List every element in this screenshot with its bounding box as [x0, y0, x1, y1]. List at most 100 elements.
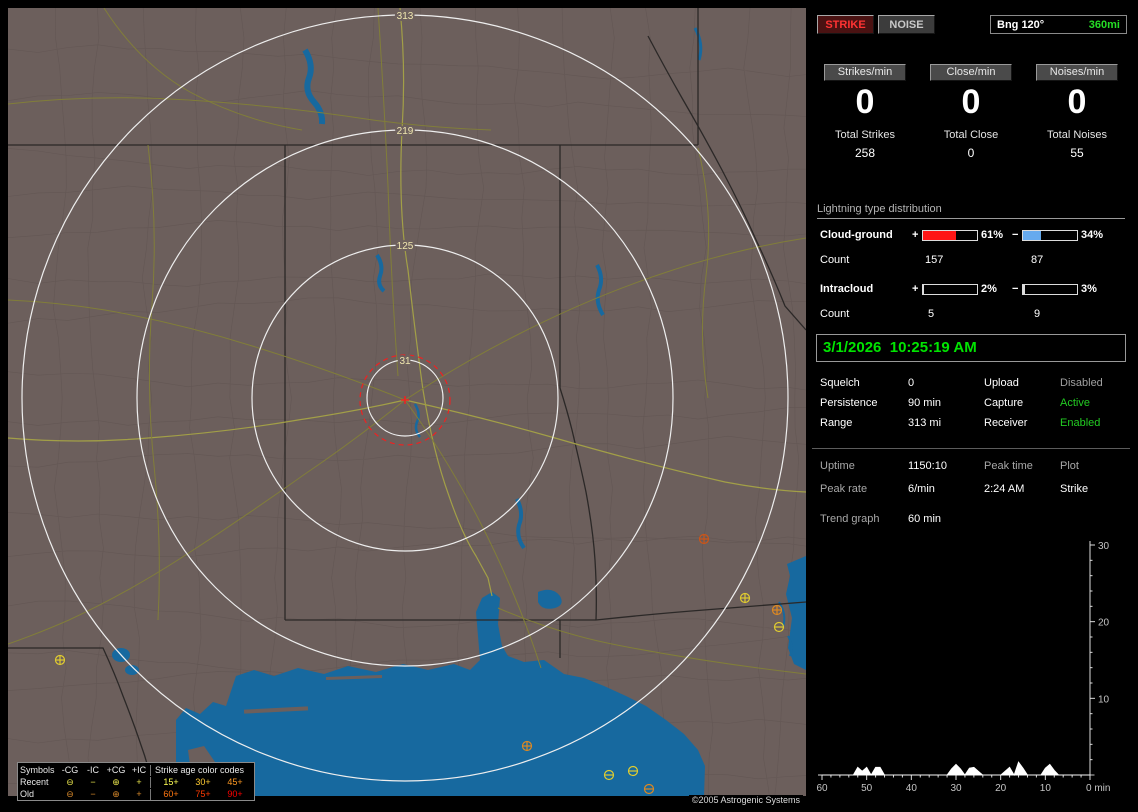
peak-rate-label: Peak rate	[820, 483, 868, 495]
legend-header-row: Symbols -CG -IC +CG +IC Strike age color…	[20, 764, 252, 776]
neg-cg-recent-icon: ⊖	[66, 776, 74, 787]
legend-recent-row: Recent ⊖ − ⊕ + 15+ 30+ 45+	[20, 776, 252, 788]
svg-text:30: 30	[1098, 541, 1110, 552]
age-45: 45+	[227, 776, 243, 787]
ic-minus-count: 9	[1034, 308, 1041, 320]
close-per-min-button[interactable]: Close/min	[930, 64, 1012, 81]
map-legend: Symbols -CG -IC +CG +IC Strike age color…	[17, 762, 255, 801]
cg-plus-bar	[922, 230, 978, 241]
squelch-label: Squelch	[820, 377, 860, 389]
range-value: 313 mi	[908, 417, 942, 429]
age-60: 60+	[163, 788, 179, 799]
pos-cg-recent-icon: ⊕	[112, 776, 120, 787]
svg-text:313: 313	[397, 11, 414, 22]
svg-text:60: 60	[816, 783, 828, 794]
capture-status: Active	[1060, 397, 1090, 409]
legend-age-title: Strike age color codes	[150, 764, 252, 776]
legend-pos-cg-header: +CG	[106, 764, 126, 775]
peak-time-label: Peak time	[984, 460, 1033, 472]
plot-label: Plot	[1060, 460, 1079, 472]
peak-time-value: 2:24 AM	[984, 483, 1025, 495]
svg-text:30: 30	[950, 783, 962, 794]
legend-neg-ic-header: -IC	[87, 764, 99, 775]
uptime-label: Uptime	[820, 460, 855, 472]
svg-text:20: 20	[995, 783, 1007, 794]
svg-text:10: 10	[1040, 783, 1052, 794]
total-close-label: Total Close	[943, 129, 999, 141]
legend-pos-ic-header: +IC	[131, 764, 147, 775]
age-75: 75+	[195, 788, 211, 799]
total-noises-value: 55	[1070, 146, 1084, 160]
svg-text:10: 10	[1098, 694, 1110, 705]
distribution-title: Lightning type distribution	[817, 203, 1125, 219]
receiver-status: Enabled	[1060, 417, 1101, 429]
trend-window-value: 60 min	[908, 513, 942, 525]
svg-text:20: 20	[1098, 618, 1110, 629]
strike-indicator-button[interactable]: STRIKE	[817, 15, 874, 34]
capture-label: Capture	[984, 397, 1024, 409]
total-close-value: 0	[967, 146, 975, 160]
trend-chart: 10 20 30 60 50 40 30 20 10 0 min	[816, 541, 1110, 794]
cg-count-label: Count	[820, 254, 850, 266]
cg-plus-count: 157	[925, 254, 944, 266]
intracloud-label: Intracloud	[820, 283, 874, 295]
squelch-value: 0	[908, 377, 915, 389]
legend-neg-cg-header: -CG	[61, 764, 79, 775]
total-strikes-value: 258	[854, 146, 876, 160]
ic-plus-sign: +	[912, 283, 919, 295]
range-label: Range	[820, 417, 853, 429]
pos-ic-old-icon: +	[136, 788, 142, 799]
age-codes-recent: 15+ 30+ 45+	[150, 776, 252, 788]
cg-plus-sign: +	[912, 229, 919, 241]
noises-per-min-button[interactable]: Noises/min	[1036, 64, 1118, 81]
legend-old-row: Old ⊖ − ⊕ + 60+ 75+ 90+	[20, 788, 252, 800]
cg-minus-pct: 34%	[1081, 229, 1104, 241]
close-column: Close/min 0 Total Close 0	[918, 60, 1024, 160]
close-per-min-value: 0	[961, 83, 981, 121]
svg-text:0 min: 0 min	[1086, 783, 1110, 794]
ic-plus-bar	[922, 284, 978, 295]
plot-mode-value: Strike	[1060, 483, 1089, 495]
ic-minus-sign: −	[1012, 283, 1019, 295]
svg-text:40: 40	[906, 783, 918, 794]
cg-minus-count: 87	[1031, 254, 1044, 266]
noise-indicator-button[interactable]: NOISE	[878, 15, 935, 34]
strikes-per-min-button[interactable]: Strikes/min	[824, 64, 906, 81]
bearing-range-display: Bng 120° 360mi	[990, 15, 1127, 34]
svg-text:219: 219	[397, 126, 414, 137]
age-90: 90+	[227, 788, 243, 799]
svg-text:125: 125	[397, 241, 414, 252]
svg-text:31: 31	[399, 356, 411, 367]
upload-label: Upload	[984, 377, 1019, 389]
age-30: 30+	[195, 776, 211, 787]
cg-minus-bar	[1022, 230, 1078, 241]
total-strikes-label: Total Strikes	[835, 129, 895, 141]
noises-column: Noises/min 0 Total Noises 55	[1024, 60, 1130, 160]
persistence-label: Persistence	[820, 397, 878, 409]
cg-minus-sign: −	[1012, 229, 1019, 241]
uptime-value: 1150:10	[908, 460, 947, 472]
cg-plus-pct: 61%	[981, 229, 1004, 241]
noises-per-min-value: 0	[1067, 83, 1087, 121]
peak-rate-value: 6/min	[908, 483, 935, 495]
bearing-value: Bng 120°	[997, 18, 1045, 31]
neg-ic-recent-icon: −	[90, 776, 96, 787]
pos-ic-recent-icon: +	[136, 776, 142, 787]
neg-ic-old-icon: −	[90, 788, 96, 799]
map-canvas[interactable]: 313 219 125 31 Symbols -CG -IC +CG +IC Stri…	[8, 8, 806, 805]
total-noises-label: Total Noises	[1047, 129, 1107, 141]
copyright-text: ©2005 Astrogenic Systems	[688, 795, 803, 805]
nexstorm-app-window: { "topbar": { "strike": "STRIKE", "noise…	[0, 0, 1138, 812]
ic-minus-bar	[1022, 284, 1078, 295]
cursor-range-value: 360mi	[1088, 18, 1120, 31]
ic-plus-pct: 2%	[981, 283, 997, 295]
upload-status: Disabled	[1060, 377, 1103, 389]
legend-recent-label: Recent	[20, 776, 49, 787]
lightning-map[interactable]: 313 219 125 31	[8, 8, 806, 796]
legend-old-label: Old	[20, 788, 35, 799]
svg-text:50: 50	[861, 783, 873, 794]
ic-minus-pct: 3%	[1081, 283, 1097, 295]
neg-cg-old-icon: ⊖	[66, 788, 74, 799]
ic-count-label: Count	[820, 308, 850, 320]
cloud-ground-label: Cloud-ground	[820, 229, 893, 241]
